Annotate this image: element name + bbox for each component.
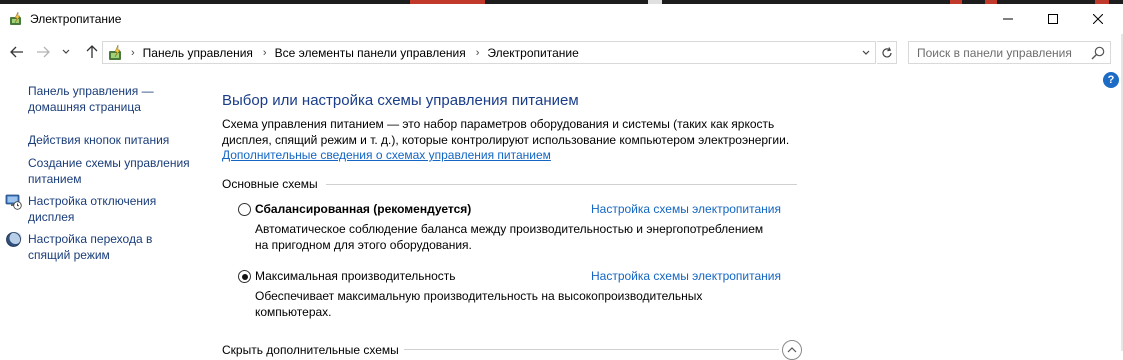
- sidebar-item-label: Создание схемы управления: [28, 156, 190, 170]
- plan-description-line: Автоматическое соблюдение баланса между …: [255, 222, 764, 236]
- minimize-button[interactable]: [985, 4, 1031, 34]
- minimize-icon: [1003, 18, 1013, 20]
- chevron-up-icon: [787, 347, 797, 353]
- plan-description-line: на пригодном для этого оборудования.: [255, 237, 472, 252]
- plan-description-line: Обеспечивает максимальную производительн…: [255, 289, 703, 303]
- recent-locations-button[interactable]: [60, 42, 72, 62]
- arrow-right-icon: [37, 46, 50, 58]
- sidebar-item-label: Настройка отключения: [28, 194, 157, 208]
- breadcrumb-control-panel[interactable]: Панель управления: [143, 46, 253, 60]
- navigation-bar: › Панель управления › Все элементы панел…: [0, 34, 1123, 70]
- plan-name[interactable]: Сбалансированная (рекомендуется): [255, 202, 471, 216]
- address-bar[interactable]: › Панель управления › Все элементы панел…: [102, 41, 876, 64]
- breadcrumb-separator-icon[interactable]: ›: [263, 47, 267, 59]
- plan-description-line: компьютерах.: [255, 304, 332, 319]
- refresh-button[interactable]: [877, 41, 897, 64]
- sidebar-item-create-plan[interactable]: Создание схемы управления питанием: [28, 156, 198, 187]
- search-icon[interactable]: [1090, 45, 1106, 61]
- sidebar-item-label: питанием: [28, 171, 82, 186]
- sidebar-item-sleep[interactable]: Настройка перехода в спящий режим: [28, 232, 198, 263]
- breadcrumb-all-items[interactable]: Все элементы панели управления: [275, 46, 466, 60]
- power-options-icon: [109, 44, 121, 60]
- breadcrumb-separator-icon[interactable]: ›: [476, 47, 480, 59]
- power-options-icon: [10, 11, 21, 25]
- title-bar: Электропитание: [0, 4, 1123, 34]
- close-icon: [1093, 14, 1103, 24]
- sidebar-item-power-buttons[interactable]: Действия кнопок питания: [28, 133, 198, 149]
- up-button[interactable]: [82, 42, 102, 62]
- breadcrumb: › Панель управления › Все элементы панел…: [131, 46, 589, 60]
- sidebar-item-label: Действия кнопок питания: [28, 133, 170, 147]
- collapse-button[interactable]: [782, 340, 802, 360]
- arrow-left-icon: [10, 46, 23, 58]
- refresh-icon: [881, 46, 892, 57]
- chevron-down-icon: [62, 49, 70, 54]
- sidebar-item-display-off[interactable]: Настройка отключения дисплея: [28, 194, 198, 225]
- maximize-button[interactable]: [1030, 4, 1076, 34]
- description-line: дисплея, спящий режим и т. д.), которые …: [222, 132, 790, 147]
- group-divider: [404, 349, 779, 350]
- group-divider: [326, 184, 797, 185]
- sidebar-item-control-panel-home[interactable]: Панель управления — домашняя страница: [28, 84, 198, 115]
- plan-settings-link[interactable]: Настройка схемы электропитания: [591, 202, 781, 216]
- more-info-link[interactable]: Дополнительные сведения о схемах управле…: [222, 148, 551, 162]
- description-line: Схема управления питанием — это набор па…: [222, 117, 775, 131]
- plan-radio-high-performance[interactable]: [238, 270, 251, 283]
- search-input[interactable]: [909, 42, 1089, 63]
- plan-radio-balanced[interactable]: [238, 203, 251, 216]
- plan-description: Обеспечивает максимальную производительн…: [255, 289, 785, 320]
- breadcrumb-power-options[interactable]: Электропитание: [487, 46, 578, 60]
- sidebar-item-label: дисплея: [28, 209, 75, 224]
- hide-additional-plans-label[interactable]: Скрыть дополнительные схемы: [222, 343, 399, 357]
- page-description: Схема управления питанием — это набор па…: [222, 117, 802, 148]
- help-icon[interactable]: ?: [1103, 72, 1119, 88]
- plan-description: Автоматическое соблюдение баланса между …: [255, 222, 785, 253]
- maximize-icon: [1048, 14, 1058, 24]
- back-button[interactable]: [7, 42, 27, 62]
- display-clock-icon: [5, 194, 22, 210]
- sidebar-item-label: Настройка перехода в: [28, 232, 153, 246]
- page-title: Выбор или настройка схемы управления пит…: [222, 92, 579, 109]
- search-box[interactable]: [908, 41, 1111, 64]
- chevron-down-icon: [862, 50, 870, 55]
- group-label: Основные схемы: [222, 177, 318, 191]
- address-dropdown-button[interactable]: [859, 45, 873, 61]
- moon-icon: [6, 232, 22, 247]
- breadcrumb-separator-icon[interactable]: ›: [131, 47, 135, 59]
- sidebar-item-label: спящий режим: [28, 247, 110, 262]
- sidebar-item-label: Панель управления —: [28, 84, 154, 98]
- window-title: Электропитание: [30, 12, 122, 26]
- arrow-up-icon: [86, 45, 98, 58]
- close-button[interactable]: [1075, 4, 1121, 34]
- plan-name[interactable]: Максимальная производительность: [255, 269, 456, 283]
- forward-button[interactable]: [33, 42, 53, 62]
- sidebar-item-label: домашняя страница: [28, 99, 141, 114]
- plan-settings-link[interactable]: Настройка схемы электропитания: [591, 269, 781, 283]
